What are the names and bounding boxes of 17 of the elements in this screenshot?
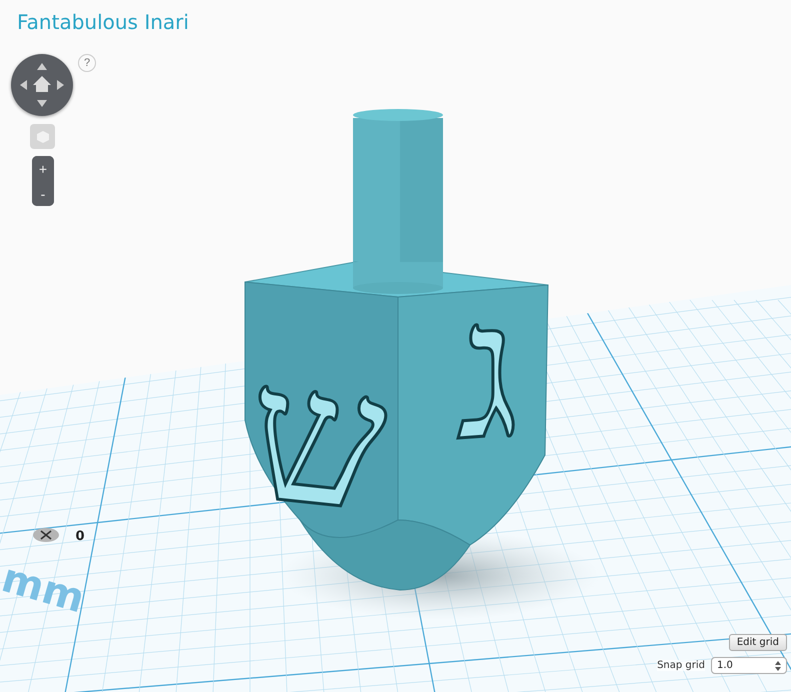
unit-label: mm	[0, 555, 90, 622]
origin-marker	[33, 528, 59, 542]
arrow-down-icon[interactable]	[37, 100, 47, 107]
dreidel-drawing: ש ג	[244, 109, 548, 590]
arrow-left-icon[interactable]	[20, 80, 27, 90]
snap-grid-label: Snap grid	[657, 660, 705, 671]
edit-grid-button[interactable]: Edit grid	[728, 634, 787, 651]
origin-label: 0	[75, 529, 85, 544]
arrow-up-icon[interactable]	[37, 63, 47, 70]
view-pad[interactable]	[11, 54, 73, 116]
help-button[interactable]: ?	[78, 54, 96, 72]
home-icon[interactable]	[33, 76, 51, 92]
arrow-right-icon[interactable]	[57, 80, 64, 90]
snap-grid-select[interactable]: 1.0	[711, 657, 787, 674]
cube-icon	[36, 130, 50, 144]
project-title: Fantabulous Inari	[17, 10, 189, 34]
spinner-icon	[775, 660, 781, 670]
